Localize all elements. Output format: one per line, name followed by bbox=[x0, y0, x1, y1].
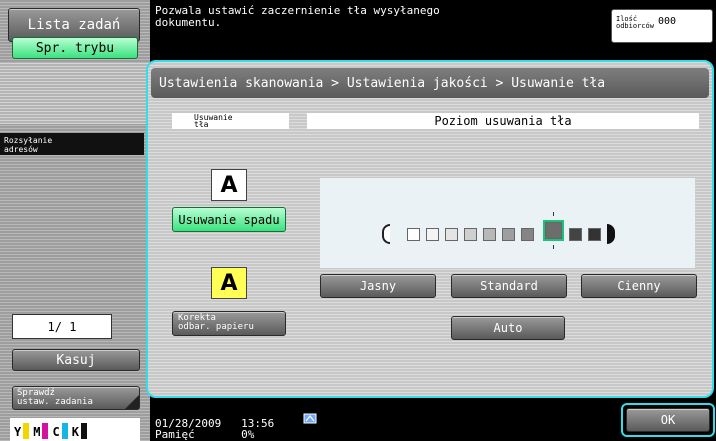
level-10[interactable] bbox=[588, 228, 601, 241]
toner-y-label: Y bbox=[14, 425, 22, 439]
toner-y-bar bbox=[23, 423, 30, 439]
auto-button[interactable]: Auto bbox=[451, 316, 565, 340]
removal-level-header: Poziom usuwania tła bbox=[307, 113, 699, 129]
standard-button[interactable]: Standard bbox=[451, 274, 567, 298]
paper-discolor-icon: A bbox=[211, 267, 247, 299]
bg-removal-header-line1: Usuwanie bbox=[194, 113, 233, 122]
left-stripe-block bbox=[0, 62, 150, 124]
bg-removal-header: Usuwanie tła bbox=[172, 113, 289, 129]
delete-button[interactable]: Kasuj bbox=[12, 349, 140, 371]
corner-arrow-icon bbox=[125, 395, 139, 409]
memory-line: Pamięć 0% bbox=[155, 429, 315, 440]
help-message: Pozwala ustawić zaczernienie tła wysyłan… bbox=[155, 5, 515, 45]
toner-c: C bbox=[52, 423, 68, 439]
level-scale bbox=[320, 178, 695, 268]
toner-m: M bbox=[33, 423, 49, 439]
check-job-settings-line2: ustaw. zadania bbox=[17, 397, 93, 407]
recipient-count-label2: odbiorców bbox=[616, 22, 654, 30]
level-1[interactable] bbox=[407, 228, 420, 241]
address-distribution-tab[interactable]: Rozsyłanie adresów bbox=[0, 133, 144, 155]
toner-c-label: C bbox=[52, 425, 60, 439]
dark-button[interactable]: Cienny bbox=[581, 274, 697, 298]
address-distribution-line2: adresów bbox=[4, 145, 38, 154]
memory-value: 0% bbox=[241, 428, 255, 441]
tick-top bbox=[553, 212, 554, 216]
paper-discolor-line2: odbar. papieru bbox=[178, 322, 254, 332]
breadcrumb: Ustawienia skanowania > Ustawienia jakoś… bbox=[151, 68, 709, 98]
level-3[interactable] bbox=[445, 228, 458, 241]
memory-label: Pamięć bbox=[155, 428, 195, 441]
bleed-removal-icon: A bbox=[211, 169, 247, 201]
network-icon bbox=[303, 413, 317, 424]
level-9[interactable] bbox=[569, 228, 582, 241]
toner-m-label: M bbox=[33, 425, 41, 439]
address-distribution-line1: Rozsyłanie bbox=[4, 136, 53, 145]
check-mode-button[interactable]: Spr. trybu bbox=[12, 37, 138, 59]
page-indicator: 1/ 1 bbox=[12, 314, 112, 339]
bleed-removal-button[interactable]: Usuwanie spadu bbox=[172, 207, 286, 232]
tick-bottom bbox=[553, 245, 554, 249]
toner-k-bar bbox=[80, 423, 87, 439]
toner-k-label: K bbox=[71, 425, 79, 439]
paper-discolor-correction-button[interactable]: Korekta odbar. papieru bbox=[172, 311, 286, 336]
recipient-count-value: 000 bbox=[657, 16, 676, 27]
dark-end-icon bbox=[607, 224, 615, 244]
help-message-line2: dokumentu. bbox=[155, 16, 222, 29]
status-datetime: 01/28/2009 13:56 Pamięć 0% bbox=[155, 418, 315, 441]
level-5[interactable] bbox=[483, 228, 496, 241]
level-2[interactable] bbox=[426, 228, 439, 241]
level-7[interactable] bbox=[521, 228, 534, 241]
toner-y: Y bbox=[14, 423, 30, 439]
check-job-settings-button[interactable]: Sprawdź ustaw. zadania bbox=[12, 386, 140, 410]
level-6[interactable] bbox=[502, 228, 515, 241]
light-button[interactable]: Jasny bbox=[320, 274, 436, 298]
toner-levels: Y M C K bbox=[10, 418, 140, 441]
toner-c-bar bbox=[61, 423, 68, 439]
level-4[interactable] bbox=[464, 228, 477, 241]
toner-k: K bbox=[72, 423, 87, 439]
light-end-icon bbox=[382, 224, 390, 244]
recipient-count: Ilość odbiorców 000 bbox=[611, 9, 713, 43]
level-8[interactable] bbox=[545, 222, 562, 239]
ok-button[interactable]: OK bbox=[626, 408, 710, 432]
toner-m-bar bbox=[42, 423, 49, 439]
bg-removal-header-line2: tła bbox=[194, 120, 209, 129]
